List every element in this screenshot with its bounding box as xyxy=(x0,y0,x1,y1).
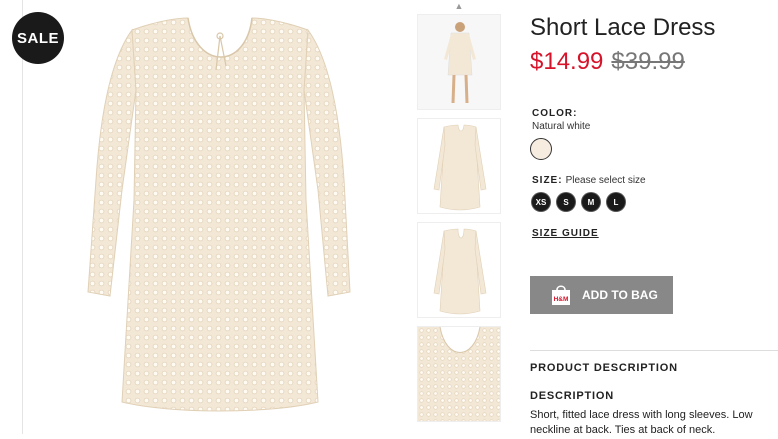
color-swatch-natural-white[interactable] xyxy=(530,138,552,160)
product-title: Short Lace Dress xyxy=(530,14,716,41)
chevron-up-icon[interactable]: ▲ xyxy=(416,0,502,12)
thumbnail-strip: ▲ xyxy=(416,0,502,434)
dress-illustration xyxy=(87,17,351,412)
sale-price: $14.99 xyxy=(530,48,604,75)
add-to-bag-label: ADD TO BAG xyxy=(582,288,658,302)
dress-back-thumbnail-image xyxy=(418,223,500,317)
model-thumbnail-image xyxy=(418,15,500,109)
original-price: $39.99 xyxy=(611,48,685,75)
size-button-s[interactable]: S xyxy=(557,193,575,211)
thumbnail-4[interactable] xyxy=(417,326,501,422)
color-value: Natural white xyxy=(532,121,591,132)
color-label: COLOR: xyxy=(532,108,578,119)
sale-badge-label: SALE xyxy=(16,29,59,47)
size-guide-link[interactable]: SIZE GUIDE xyxy=(532,228,599,239)
price-row: $14.99 $39.99 xyxy=(530,48,685,76)
sale-badge: SALE xyxy=(12,12,64,64)
shopping-bag-icon: H&M xyxy=(552,285,570,305)
size-button-l[interactable]: L xyxy=(607,193,625,211)
size-hint: Please select size xyxy=(565,175,646,186)
size-button-xs[interactable]: XS xyxy=(532,193,550,211)
thumbnail-1[interactable] xyxy=(417,14,501,110)
dress-detail-thumbnail-image xyxy=(418,327,500,421)
add-to-bag-button[interactable]: H&M ADD TO BAG xyxy=(530,276,673,314)
size-options: XS S M L xyxy=(532,193,625,211)
product-info-panel: Short Lace Dress $14.99 $39.99 COLOR: Nat… xyxy=(530,0,778,436)
section-divider xyxy=(530,350,778,351)
thumbnail-2[interactable] xyxy=(417,118,501,214)
size-label: SIZE: xyxy=(532,175,563,186)
product-description-heading[interactable]: PRODUCT DESCRIPTION xyxy=(530,362,678,374)
description-subheading: DESCRIPTION xyxy=(530,390,614,402)
thumbnail-3[interactable] xyxy=(417,222,501,318)
left-divider xyxy=(22,0,23,434)
dress-front-thumbnail-image xyxy=(418,119,500,213)
main-product-image[interactable] xyxy=(70,0,370,434)
size-button-m[interactable]: M xyxy=(582,193,600,211)
size-row: SIZE: Please select size xyxy=(532,175,646,186)
bag-brand-text: H&M xyxy=(554,296,569,303)
